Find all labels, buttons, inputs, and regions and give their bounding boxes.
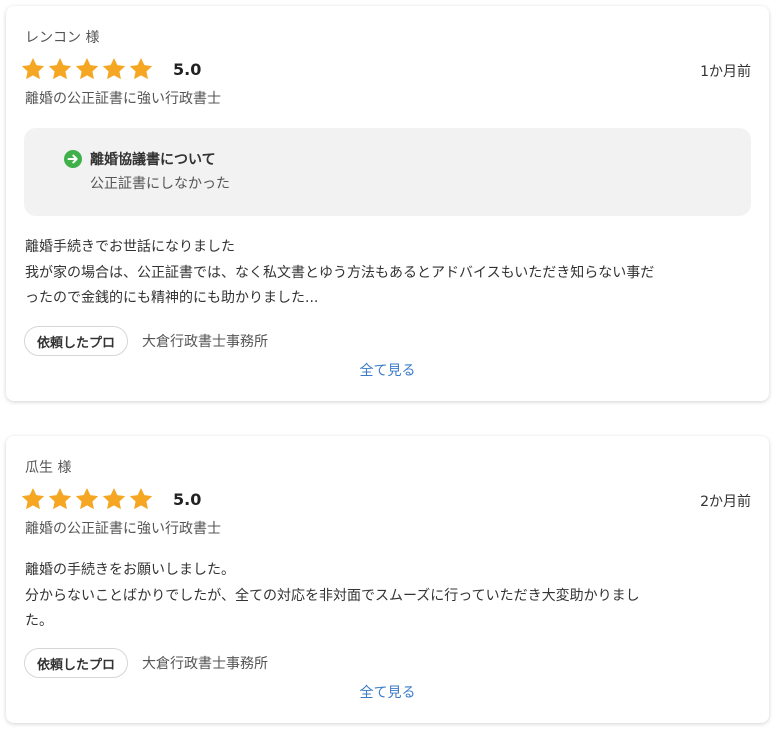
review-text-line: 我が家の場合は、公正証書では、なく私文書とゆう方法もあるとアドバイスもいただき知… bbox=[25, 264, 655, 281]
rating-row: 5.0 bbox=[20, 485, 201, 513]
see-all-link[interactable]: 全て見る bbox=[6, 360, 769, 380]
review-card: レンコン 様 5.0 1か月前 離婚の公正証書に強い行政書士 離婚協議書について… bbox=[6, 6, 769, 401]
hired-pro-badge: 依頼したプロ bbox=[24, 648, 129, 678]
pro-row: 依頼したプロ 大倉行政書士事務所 bbox=[24, 326, 268, 356]
see-all-link[interactable]: 全て見る bbox=[6, 682, 769, 702]
review-text-line: ったので金銭的にも精神的にも助かりました... bbox=[25, 290, 319, 306]
pro-name: 大倉行政書士事務所 bbox=[142, 334, 269, 350]
review-date: 2か月前 bbox=[700, 494, 751, 510]
service-category: 離婚の公正証書に強い行政書士 bbox=[25, 521, 221, 537]
star-icon bbox=[75, 487, 99, 510]
rating-value: 5.0 bbox=[173, 489, 202, 509]
review-text-line: 離婚手続きでお世話になりました bbox=[25, 239, 235, 255]
review-text-line: 分からないことばかりでしたが、全ての対応を非対面でスムーズに行っていただき大変助… bbox=[25, 587, 640, 604]
review-text-line: た。 bbox=[25, 613, 53, 629]
star-rating bbox=[20, 56, 155, 82]
review-text: 離婚手続きでお世話になりました 我が家の場合は、公正証書では、なく私文書とゆう方… bbox=[25, 235, 750, 312]
request-detail-box: 離婚協議書について 公正証書にしなかった bbox=[24, 128, 751, 216]
hired-pro-badge: 依頼したプロ bbox=[24, 326, 129, 356]
star-icon bbox=[21, 57, 45, 80]
pro-row: 依頼したプロ 大倉行政書士事務所 bbox=[24, 648, 268, 678]
rating-row: 5.0 bbox=[20, 55, 201, 83]
star-icon bbox=[21, 487, 45, 510]
pro-name: 大倉行政書士事務所 bbox=[142, 656, 269, 672]
arrow-right-circle-icon bbox=[64, 150, 82, 168]
star-rating bbox=[20, 486, 155, 512]
detail-question: 離婚協議書について bbox=[90, 152, 216, 168]
review-text: 離婚の手続きをお願いしました。 分からないことばかりでしたが、全ての対応を非対面… bbox=[25, 558, 750, 635]
star-icon bbox=[102, 57, 126, 80]
review-date: 1か月前 bbox=[700, 64, 751, 80]
star-icon bbox=[75, 57, 99, 80]
star-icon bbox=[102, 487, 126, 510]
star-icon bbox=[129, 487, 153, 510]
star-icon bbox=[129, 57, 153, 80]
reviewer-name: 瓜生 様 bbox=[25, 460, 72, 476]
star-icon bbox=[48, 487, 72, 510]
star-icon bbox=[48, 57, 72, 80]
review-text-line: 離婚の手続きをお願いしました。 bbox=[25, 562, 235, 578]
review-card: 瓜生 様 5.0 2か月前 離婚の公正証書に強い行政書士 離婚の手続きをお願いし… bbox=[6, 436, 769, 723]
reviewer-name: レンコン 様 bbox=[25, 30, 100, 46]
rating-value: 5.0 bbox=[173, 59, 202, 79]
detail-answer: 公正証書にしなかった bbox=[90, 176, 230, 192]
service-category: 離婚の公正証書に強い行政書士 bbox=[25, 91, 221, 107]
